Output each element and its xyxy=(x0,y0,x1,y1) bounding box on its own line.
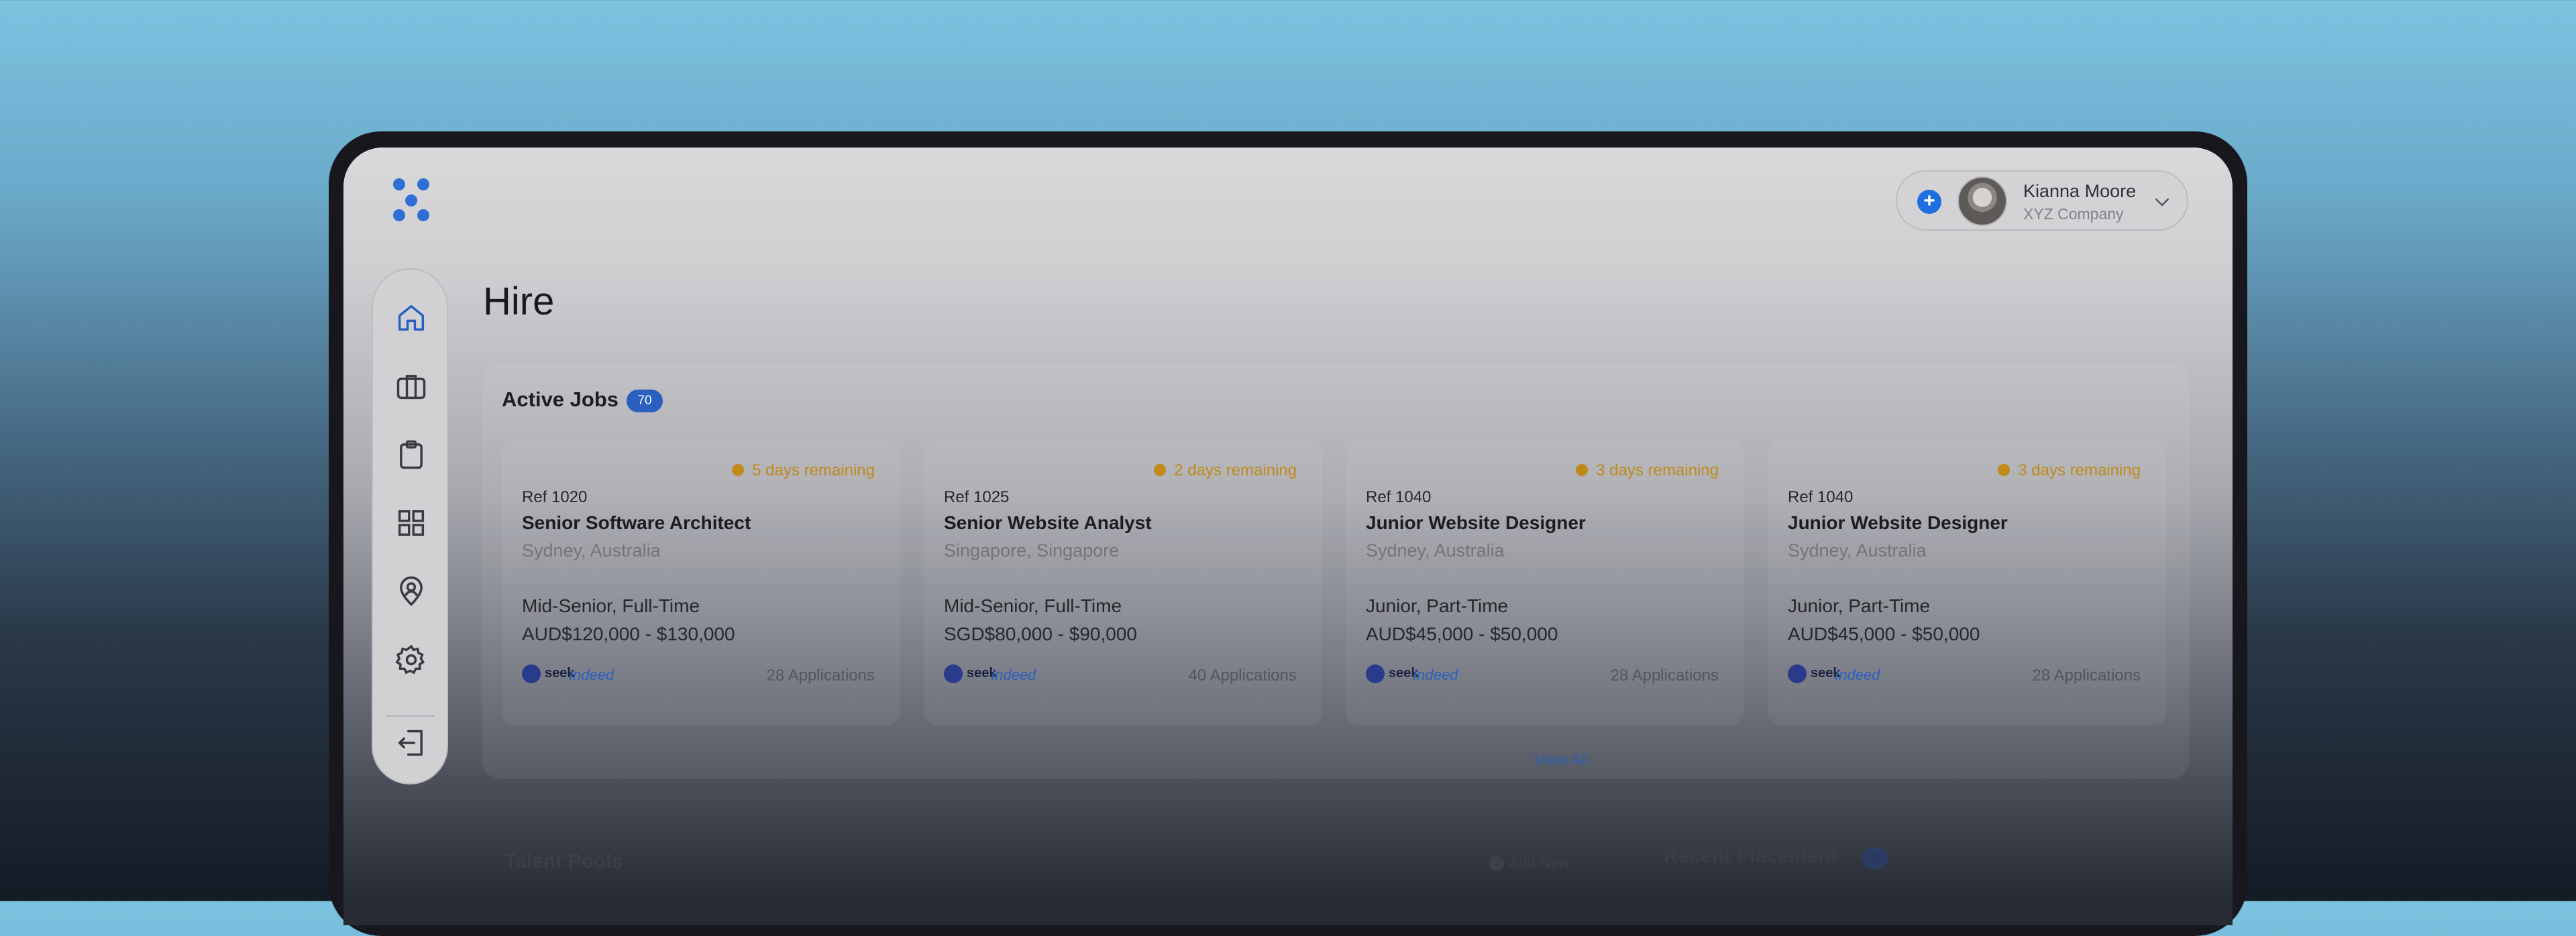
briefcase-icon xyxy=(396,375,426,400)
job-card[interactable]: 3 days remaining Ref 1040 Junior Website… xyxy=(1346,440,1744,725)
indeed-logo: Indeed xyxy=(1835,666,1880,683)
active-jobs-title: Active Jobs xyxy=(502,388,619,411)
indeed-logo: Indeed xyxy=(1413,666,1458,683)
sidebar-divider xyxy=(386,715,435,717)
job-salary: AUD$45,000 - $50,000 xyxy=(1366,624,1558,644)
sidebar-item-dashboard[interactable] xyxy=(394,506,429,540)
sidebar-item-logout[interactable] xyxy=(394,725,429,760)
recent-placement-count-badge: 0 xyxy=(1862,847,1888,869)
clipboard-icon xyxy=(400,440,423,469)
avatar[interactable] xyxy=(1957,176,2007,226)
add-new-button[interactable]: Add New xyxy=(1489,854,1569,872)
job-title: Junior Website Designer xyxy=(1788,512,2008,533)
app-screen: + Kianna Moore XYZ Company Hire Active J… xyxy=(343,148,2233,925)
sidebar-item-jobs[interactable] xyxy=(394,369,429,404)
sidebar-item-candidates[interactable] xyxy=(394,574,429,609)
recent-placement-title: Recent Placement xyxy=(1664,845,1837,867)
user-menu[interactable]: + Kianna Moore XYZ Company xyxy=(1896,170,2188,231)
job-salary: AUD$45,000 - $50,000 xyxy=(1788,624,1980,644)
brand-logo[interactable] xyxy=(393,178,436,221)
logo-dot xyxy=(417,209,429,221)
job-title: Junior Website Designer xyxy=(1366,512,1586,533)
job-location: Sydney, Australia xyxy=(522,540,661,561)
job-title: Senior Software Architect xyxy=(522,512,751,533)
gear-icon xyxy=(395,644,425,675)
job-ref: Ref 1040 xyxy=(1366,488,1432,506)
job-salary: SGD$80,000 - $90,000 xyxy=(944,624,1137,644)
applications-count[interactable]: 28 Applications xyxy=(767,666,875,685)
add-icon xyxy=(1489,856,1504,872)
home-icon xyxy=(398,304,425,331)
indeed-logo: Indeed xyxy=(569,666,614,683)
user-name: Kianna Moore xyxy=(2023,181,2137,201)
indeed-logo: Indeed xyxy=(991,666,1036,683)
applications-count[interactable]: 40 Applications xyxy=(1189,666,1297,685)
user-company: XYZ Company xyxy=(2023,205,2124,223)
job-ref: Ref 1040 xyxy=(1788,488,1854,506)
add-new-label: Add New xyxy=(1509,854,1570,871)
job-ref: Ref 1020 xyxy=(522,488,588,506)
days-remaining: 3 days remaining xyxy=(1576,461,1719,479)
talent-pools-title: Talent Pools xyxy=(504,850,623,872)
logo-dot xyxy=(417,178,429,190)
chevron-down-icon[interactable] xyxy=(2152,192,2172,212)
job-salary: AUD$120,000 - $130,000 xyxy=(522,624,735,644)
job-type: Mid-Senior, Full-Time xyxy=(522,595,700,616)
job-type: Junior, Part-Time xyxy=(1788,595,1931,616)
job-location: Sydney, Australia xyxy=(1788,540,1927,561)
active-jobs-count-badge: 70 xyxy=(627,390,663,412)
grid-icon xyxy=(398,510,425,536)
sidebar-item-tasks[interactable] xyxy=(394,437,429,472)
location-user-icon xyxy=(400,576,423,606)
job-card[interactable]: 3 days remaining Ref 1040 Junior Website… xyxy=(1768,440,2166,725)
days-remaining: 3 days remaining xyxy=(1998,461,2141,479)
job-type: Mid-Senior, Full-Time xyxy=(944,595,1122,616)
sidebar-item-home[interactable] xyxy=(394,300,429,335)
applications-count[interactable]: 28 Applications xyxy=(2033,666,2141,685)
logo-dot xyxy=(393,209,405,221)
applications-count[interactable]: 28 Applications xyxy=(1611,666,1719,685)
job-ref: Ref 1025 xyxy=(944,488,1010,506)
days-remaining: 2 days remaining xyxy=(1154,461,1297,479)
sidebar-item-settings[interactable] xyxy=(394,642,429,677)
logout-icon xyxy=(398,729,423,756)
page-title: Hire xyxy=(483,280,555,323)
job-card[interactable]: 2 days remaining Ref 1025 Senior Website… xyxy=(924,440,1322,725)
job-type: Junior, Part-Time xyxy=(1366,595,1509,616)
sidebar-nav xyxy=(372,268,448,784)
logo-dot xyxy=(405,194,417,207)
plus-icon[interactable]: + xyxy=(1917,190,1941,214)
logo-dot xyxy=(393,178,405,190)
days-remaining: 5 days remaining xyxy=(732,461,875,479)
job-title: Senior Website Analyst xyxy=(944,512,1152,533)
job-location: Sydney, Australia xyxy=(1366,540,1505,561)
view-all-link[interactable]: View All xyxy=(1524,751,1598,769)
job-card[interactable]: 5 days remaining Ref 1020 Senior Softwar… xyxy=(502,440,900,725)
job-location: Singapore, Singapore xyxy=(944,540,1120,561)
